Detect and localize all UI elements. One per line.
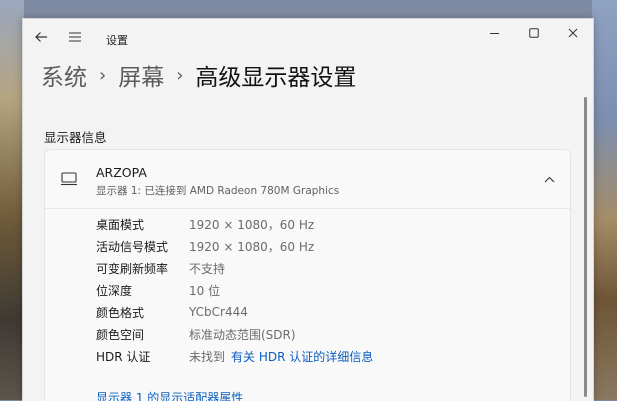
monitor-icon: [61, 172, 77, 186]
info-value: 1920 × 1080，60 Hz: [189, 217, 315, 232]
info-value: 未找到: [189, 349, 226, 364]
page-title: 高级显示器设置: [195, 65, 357, 91]
maximize-button[interactable]: [517, 19, 551, 47]
info-label: 颜色格式: [96, 305, 145, 320]
info-label: HDR 认证: [96, 349, 151, 364]
scrollbar[interactable]: [584, 97, 587, 397]
hamburger-icon: [69, 32, 81, 42]
section-title-display-info: 显示器信息: [44, 130, 107, 145]
display-card-header[interactable]: ARZOPA 显示器 1: 已连接到 AMD Radeon 780M Graph…: [45, 150, 570, 209]
maximize-icon: [529, 28, 539, 38]
desktop-wallpaper-left: [0, 0, 24, 400]
scroll-thumb[interactable]: [584, 97, 587, 397]
close-button[interactable]: [556, 19, 590, 47]
info-label: 位深度: [96, 283, 133, 298]
info-value: YCbCr444: [189, 305, 248, 319]
info-value: 不支持: [189, 261, 226, 276]
title-bar: 设置: [23, 19, 593, 55]
chevron-up-icon: [544, 176, 554, 182]
hdr-certification-link[interactable]: 有关 HDR 认证的详细信息: [231, 348, 373, 365]
display-name: ARZOPA: [96, 165, 147, 180]
breadcrumb: 系统 › 屏幕 › 高级显示器设置: [41, 57, 356, 93]
info-value: 1920 × 1080，60 Hz: [189, 239, 315, 254]
info-row-bit-depth: 位深度 10 位: [96, 280, 220, 300]
info-row-active-signal-mode: 活动信号模式 1920 × 1080，60 Hz: [96, 236, 314, 256]
desktop-wallpaper-right: [592, 0, 617, 400]
info-row-variable-refresh-rate: 可变刷新频率 不支持: [96, 258, 225, 278]
settings-window: 设置 系统 › 屏幕 › 高级显示器设置 显示器信息 ARZOPA 显示器 1:…: [22, 18, 594, 401]
info-row-color-format: 颜色格式 YCbCr444: [96, 302, 248, 322]
breadcrumb-separator: ›: [99, 64, 107, 86]
breadcrumb-system[interactable]: 系统: [41, 58, 87, 92]
breadcrumb-separator: ›: [176, 64, 184, 86]
collapse-toggle[interactable]: [540, 170, 558, 188]
minimize-button[interactable]: [477, 19, 511, 47]
info-label: 颜色空间: [96, 327, 145, 342]
info-row-color-space: 颜色空间 标准动态范围(SDR): [96, 324, 296, 344]
minimize-icon: [489, 32, 499, 34]
breadcrumb-display[interactable]: 屏幕: [118, 58, 164, 92]
back-button[interactable]: [31, 27, 51, 47]
display-adapter-properties-link[interactable]: 显示器 1 的显示适配器属性: [96, 389, 243, 401]
info-value: 标准动态范围(SDR): [189, 327, 296, 342]
navigation-menu-button[interactable]: [65, 27, 85, 47]
arrow-left-icon: [35, 32, 47, 42]
display-info-card: ARZOPA 显示器 1: 已连接到 AMD Radeon 780M Graph…: [44, 149, 571, 401]
info-row-desktop-mode: 桌面模式 1920 × 1080，60 Hz: [96, 214, 314, 234]
info-value: 10 位: [189, 283, 221, 298]
info-label: 桌面模式: [96, 217, 145, 232]
window-title: 设置: [106, 34, 128, 47]
info-label: 活动信号模式: [96, 239, 169, 254]
info-row-hdr-certification: HDR 认证 未找到 有关 HDR 认证的详细信息: [96, 346, 373, 366]
close-icon: [568, 28, 578, 38]
display-connection-subtitle: 显示器 1: 已连接到 AMD Radeon 780M Graphics: [96, 185, 340, 197]
info-label: 可变刷新频率: [96, 261, 169, 276]
